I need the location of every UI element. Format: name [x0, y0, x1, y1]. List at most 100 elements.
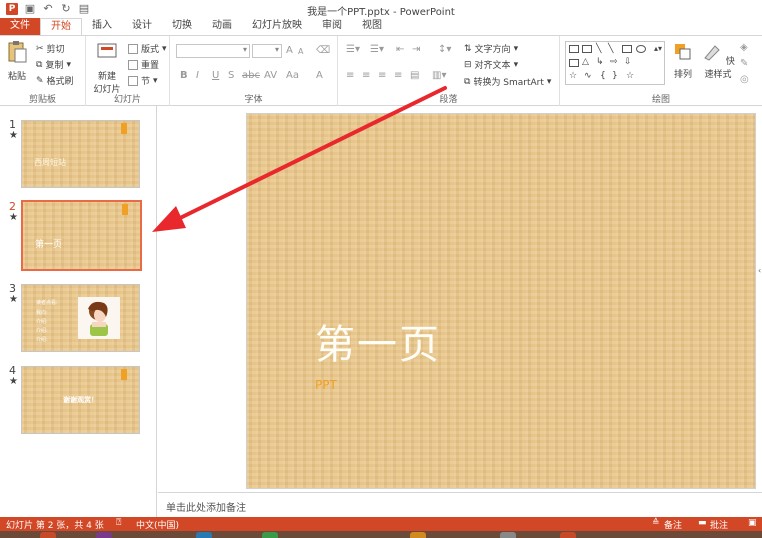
scrollbar-marker[interactable]: ‹ [758, 266, 762, 278]
paste-button[interactable]: 粘贴 [4, 40, 30, 82]
brace-left-icon[interactable]: { [600, 71, 606, 81]
comments-icon[interactable]: ▬ [698, 518, 707, 528]
vertical-textbox-shape-icon[interactable] [582, 45, 592, 53]
new-slide-button[interactable]: 新建 幻灯片 [90, 40, 124, 95]
grow-font-button[interactable]: A [286, 45, 293, 56]
thumbnail-title: 谢谢观赏！ [63, 396, 98, 404]
taskbar-app-icon[interactable] [560, 532, 576, 538]
slide-thumbnail-3[interactable]: 读者点看: 我向: 介绍: 介绍: 介绍: [21, 284, 140, 352]
tab-home[interactable]: 开始 [40, 18, 82, 35]
tab-animations[interactable]: 动画 [202, 18, 242, 35]
layout-button[interactable]: 版式 ▾ [128, 42, 167, 55]
distributed-icon[interactable]: ▤ [410, 70, 419, 81]
align-center-icon[interactable]: ≡ [362, 70, 370, 81]
justify-icon[interactable]: ≡ [394, 70, 402, 81]
triangle-shape-icon[interactable]: △ [582, 57, 589, 67]
slide-title[interactable]: 第一页 [315, 312, 441, 370]
curve-shape-icon[interactable]: ∿ [584, 71, 592, 81]
italic-button[interactable]: I [196, 70, 199, 81]
shape-fill-icon[interactable]: ◈ [740, 42, 748, 53]
bullets-icon[interactable]: ☰▾ [346, 44, 360, 55]
tab-view[interactable]: 视图 [352, 18, 392, 35]
redo-icon[interactable]: ↻ [60, 3, 72, 15]
format-painter-button[interactable]: ✎ 格式刷 [36, 74, 74, 88]
shrink-font-button[interactable]: A [298, 47, 303, 56]
powerpoint-logo-icon: P [6, 3, 18, 15]
tab-slideshow[interactable]: 幻灯片放映 [242, 18, 312, 35]
star-shape-2-icon[interactable]: ☆ [626, 71, 634, 81]
font-name-dropdown[interactable] [176, 44, 250, 58]
quick-styles-button[interactable]: 快速样式 [700, 42, 736, 80]
font-size-dropdown[interactable] [252, 44, 282, 58]
elbow-connector-icon[interactable]: ↳ [596, 57, 604, 67]
slide-thumbnail-2[interactable]: 第一页 [21, 200, 142, 271]
rounded-rect-shape-icon[interactable] [569, 59, 579, 67]
bold-button[interactable]: B [180, 70, 188, 81]
text-direction-button[interactable]: ⇅ 文字方向 ▾ [464, 42, 518, 56]
copy-button[interactable]: ⧉ 复制 ▾ [36, 58, 71, 72]
brace-right-icon[interactable]: } [612, 71, 618, 81]
taskbar-app-icon[interactable] [96, 532, 112, 538]
underline-button[interactable]: U [212, 70, 219, 81]
reset-button[interactable]: 重置 [128, 58, 159, 71]
down-arrow-shape-icon[interactable]: ⇩ [624, 57, 632, 67]
save-icon[interactable]: ▣ [24, 3, 36, 15]
comments-button[interactable]: 批注 [710, 518, 728, 531]
right-arrow-shape-icon[interactable]: ⇨ [610, 57, 618, 67]
columns-icon[interactable]: ▥▾ [432, 70, 446, 81]
smartart-button[interactable]: ⧉ 转换为 SmartArt ▾ [464, 75, 551, 89]
taskbar-app-icon[interactable] [410, 532, 426, 538]
window-title: 我是一个PPT.pptx - PowerPoint [307, 7, 455, 18]
taskbar-app-icon[interactable] [40, 532, 56, 538]
current-slide[interactable]: 第一页 PPT [246, 113, 756, 489]
slide-tag [122, 204, 128, 215]
rectangle-shape-icon[interactable] [622, 45, 632, 53]
change-case-button[interactable]: Aa [286, 70, 299, 81]
notes-toggle-icon[interactable]: ≙ [652, 518, 660, 528]
taskbar-app-icon[interactable] [500, 532, 516, 538]
slide-thumbnail-1[interactable]: 西周短站 [21, 120, 140, 188]
slide-thumbnail-4[interactable]: 谢谢观赏！ [21, 366, 140, 434]
increase-indent-icon[interactable]: ⇥ [412, 44, 420, 55]
tab-file[interactable]: 文件 [0, 18, 40, 35]
align-left-icon[interactable]: ≡ [346, 70, 354, 81]
shape-effects-icon[interactable]: ◎ [740, 74, 749, 85]
font-color-button[interactable]: A [316, 70, 323, 81]
notes-pane[interactable]: 单击此处添加备注 [158, 492, 762, 517]
start-from-beginning-icon[interactable]: ▤ [78, 3, 90, 15]
numbering-icon[interactable]: ☰▾ [370, 44, 384, 55]
tab-insert[interactable]: 插入 [82, 18, 122, 35]
align-text-button[interactable]: ⊟ 对齐文本 ▾ [464, 58, 518, 72]
arrow-shape-icon[interactable]: ╲ [608, 44, 613, 54]
shape-outline-icon[interactable]: ✎ [740, 58, 748, 69]
star-shape-icon[interactable]: ☆ [569, 71, 577, 81]
clear-format-icon[interactable]: ⌫ [316, 45, 330, 56]
tab-design[interactable]: 设计 [122, 18, 162, 35]
gallery-scroll-icon[interactable]: ▴▾ [654, 44, 662, 53]
strikethrough-button[interactable]: abc [242, 70, 260, 81]
tab-review[interactable]: 审阅 [312, 18, 352, 35]
language-indicator[interactable]: 中文(中国) [136, 518, 179, 531]
slide-subtitle[interactable]: PPT [315, 378, 337, 392]
notes-toggle-button[interactable]: 备注 [664, 518, 682, 531]
taskbar-app-icon[interactable] [262, 532, 278, 538]
slides-group-label: 幻灯片 [113, 95, 141, 105]
align-right-icon[interactable]: ≡ [378, 70, 386, 81]
line-spacing-icon[interactable]: ↕▾ [438, 44, 451, 55]
tab-transitions[interactable]: 切换 [162, 18, 202, 35]
shadow-button[interactable]: S [228, 70, 234, 81]
normal-view-icon[interactable]: ▣ [748, 518, 757, 528]
undo-icon[interactable]: ↶ [42, 3, 54, 15]
thumbnail-line: 我向: [36, 310, 48, 316]
section-button[interactable]: 节 ▾ [128, 74, 158, 87]
cut-button[interactable]: ✂ 剪切 [36, 42, 65, 56]
spelling-check-icon[interactable]: ⍰ [116, 518, 121, 528]
taskbar-app-icon[interactable] [196, 532, 212, 538]
textbox-shape-icon[interactable] [569, 45, 579, 53]
decrease-indent-icon[interactable]: ⇤ [396, 44, 404, 55]
char-spacing-button[interactable]: AV [264, 70, 277, 81]
shapes-gallery[interactable]: ╲ ╲ △ ↳ ⇨ ⇩ ☆ ∿ { } ☆ ▴▾ [565, 41, 665, 85]
arrange-button[interactable]: 排列 [670, 42, 696, 80]
line-shape-icon[interactable]: ╲ [596, 44, 601, 54]
oval-shape-icon[interactable] [636, 45, 646, 53]
